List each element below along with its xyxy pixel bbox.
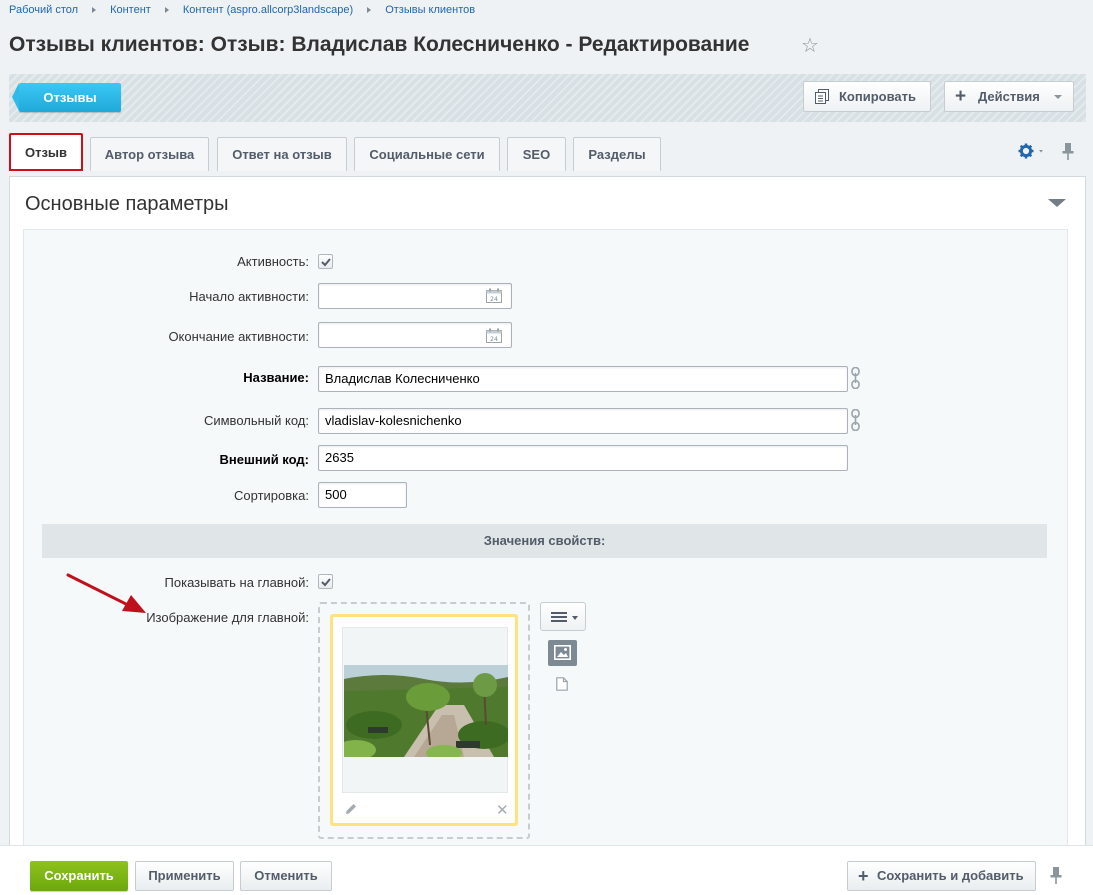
main-image-label: Изображение для главной: [146,610,309,625]
hamburger-menu-icon [551,612,567,622]
active-checkbox[interactable] [318,254,333,269]
garden-park-image [344,665,508,757]
tab-social[interactable]: Социальные сети [354,137,500,171]
pin-icon[interactable] [1050,867,1062,884]
svg-text:24: 24 [490,336,498,343]
save-and-add-button[interactable]: + Сохранить и добавить [847,861,1036,891]
tab-answer[interactable]: Ответ на отзыв [217,137,347,171]
xml-id-label: Внешний код: [219,452,309,467]
chevron-down-icon [572,616,578,620]
transliterate-link-icon[interactable] [850,409,861,431]
transliterate-link-icon[interactable] [850,367,861,389]
toolbar: Отзывы Копировать + Действия [9,74,1086,122]
tab-settings-button[interactable] [1018,143,1044,164]
save-and-add-label: Сохранить и добавить [877,868,1024,883]
copy-button[interactable]: Копировать [803,81,931,112]
tab-author[interactable]: Автор отзыва [90,137,209,171]
name-label: Название: [243,370,309,385]
chevron-down-icon [1054,95,1062,99]
checkmark-icon [321,258,331,267]
collapse-section-icon[interactable] [1048,199,1066,207]
properties-header: Значения свойств: [42,524,1047,558]
tab-review[interactable]: Отзыв [9,133,83,171]
close-icon[interactable]: ✕ [496,801,509,819]
file-menu-button[interactable] [540,602,586,631]
page-title: Отзывы клиентов: Отзыв: Владислав Колесн… [9,33,750,56]
show-main-checkbox[interactable] [318,574,333,589]
active-label: Активность: [237,254,309,269]
breadcrumb-link-reviews[interactable]: Отзывы клиентов [385,4,475,16]
image-view-button[interactable] [548,640,577,666]
copy-label: Копировать [839,89,917,104]
actions-label: Действия [978,89,1040,104]
active-from-label: Начало активности: [189,289,309,304]
image-file-card[interactable]: ✕ [330,614,518,826]
breadcrumb-link-desktop[interactable]: Рабочий стол [9,4,78,16]
calendar-icon[interactable]: 24 [486,288,502,303]
save-button[interactable]: Сохранить [30,861,128,891]
sort-field[interactable]: 500 [318,482,407,508]
code-field[interactable]: vladislav-kolesnichenko [318,408,848,434]
section-title: Основные параметры [25,193,229,215]
annotation-arrow-icon [66,573,146,613]
active-to-label: Окончание активности: [168,329,309,344]
cancel-button[interactable]: Отменить [240,861,332,891]
apply-button[interactable]: Применить [135,861,234,891]
breadcrumb: Рабочий стол Контент Контент (aspro.allc… [9,4,475,16]
plus-icon: + [858,866,869,886]
back-to-list-button[interactable]: Отзывы [12,83,121,112]
copy-icon [815,89,829,104]
name-field[interactable]: Владислав Колесниченко [318,366,848,392]
pin-icon[interactable] [1062,143,1074,160]
image-preview [342,627,508,793]
breadcrumb-link-content[interactable]: Контент [110,4,151,16]
active-from-field[interactable] [318,283,512,309]
image-icon [554,645,571,660]
tab-sections[interactable]: Разделы [573,137,661,171]
breadcrumb-chevron-icon [367,7,372,13]
plus-icon: + [955,86,967,107]
pencil-edit-icon[interactable] [345,803,357,815]
gear-icon [1018,143,1043,159]
calendar-icon[interactable]: 24 [486,328,502,343]
breadcrumb-chevron-icon [164,7,169,13]
main-panel: Основные параметры [9,176,1086,869]
favorite-star-icon[interactable]: ☆ [801,36,819,56]
code-label: Символьный код: [203,413,309,428]
breadcrumb-chevron-icon [92,7,97,13]
tab-seo[interactable]: SEO [507,137,566,171]
footer-bar: Сохранить Применить Отменить + Сохранить… [0,845,1093,895]
xml-id-field[interactable]: 2635 [318,445,848,471]
actions-button[interactable]: + Действия [944,81,1074,112]
checkmark-icon [321,578,331,587]
file-icon[interactable] [556,677,568,691]
svg-text:24: 24 [490,296,498,303]
sort-label: Сортировка: [234,488,309,503]
breadcrumb-link-content-site[interactable]: Контент (aspro.allcorp3landscape) [183,4,353,16]
show-main-label: Показывать на главной: [164,575,309,590]
active-to-field[interactable] [318,322,512,348]
